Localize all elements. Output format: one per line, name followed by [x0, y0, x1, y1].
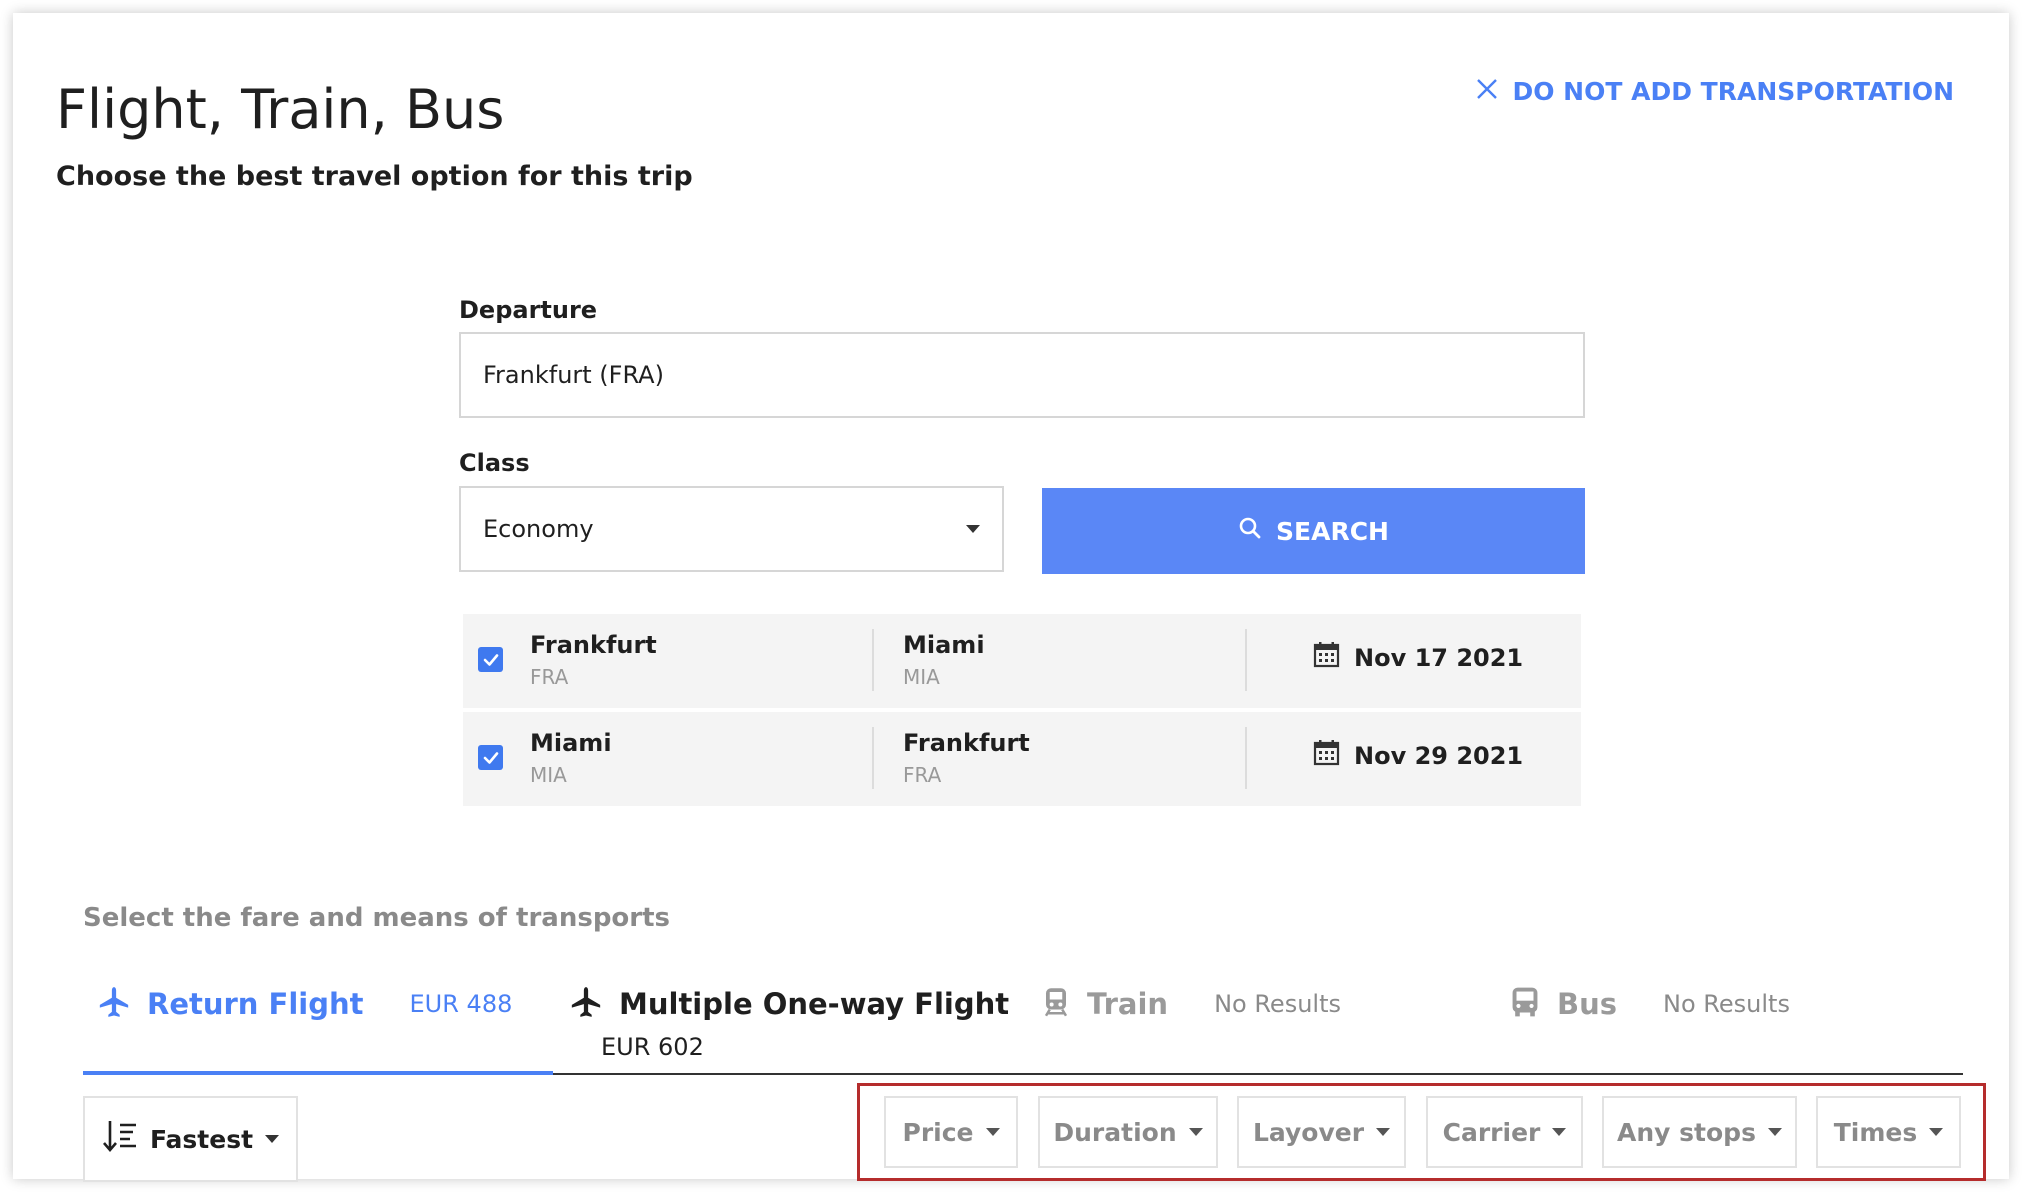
- chevron-down-icon: [985, 1128, 1000, 1136]
- route-row: Miami MIA Frankfurt FRA Nov 29 2021: [463, 712, 1581, 806]
- tabs-divider: [553, 1073, 1963, 1075]
- filter-layover[interactable]: Layover: [1237, 1096, 1406, 1168]
- filter-any-stops-label: Any stops: [1617, 1117, 1756, 1147]
- filter-price-label: Price: [902, 1117, 974, 1147]
- active-tab-indicator: [83, 1071, 553, 1075]
- route-divider: [1245, 629, 1247, 691]
- class-select[interactable]: Economy: [459, 486, 1004, 572]
- route-row: Frankfurt FRA Miami MIA Nov 17 2021: [463, 614, 1581, 708]
- route-to-code: MIA: [903, 665, 940, 689]
- plane-icon: [569, 985, 603, 1023]
- route-to-city: Miami: [903, 631, 985, 659]
- page-subtitle: Choose the best travel option for this t…: [56, 161, 693, 192]
- tab-train[interactable]: Train No Results: [1041, 985, 1341, 1023]
- tab-multiple-one-way-flight-price: EUR 602: [601, 1033, 704, 1061]
- chevron-down-icon: [1929, 1128, 1944, 1136]
- tab-train-label: Train: [1087, 987, 1169, 1021]
- filter-times-label: Times: [1833, 1117, 1918, 1147]
- bus-icon: [1509, 985, 1541, 1023]
- route-from-code: MIA: [530, 763, 567, 787]
- route-to-city: Frankfurt: [903, 729, 1030, 757]
- class-select-value: Economy: [483, 515, 594, 543]
- chevron-down-icon: [1188, 1128, 1203, 1136]
- search-icon: [1238, 516, 1262, 546]
- tab-bus-price: No Results: [1663, 990, 1790, 1018]
- tab-return-flight[interactable]: Return Flight EUR 488: [97, 985, 512, 1023]
- route-divider: [872, 727, 874, 789]
- route-date-text: Nov 29 2021: [1354, 741, 1524, 770]
- close-icon: [1476, 77, 1498, 106]
- filter-carrier-label: Carrier: [1442, 1117, 1541, 1147]
- route-date[interactable]: Nov 29 2021: [1313, 739, 1523, 772]
- calendar-icon: [1313, 739, 1340, 772]
- filter-duration[interactable]: Duration: [1038, 1096, 1218, 1168]
- calendar-icon: [1313, 641, 1340, 674]
- chevron-down-icon: [966, 525, 980, 533]
- transport-card: Flight, Train, Bus Choose the best trave…: [13, 13, 2009, 1182]
- sort-dropdown[interactable]: Fastest: [83, 1096, 298, 1182]
- train-icon: [1041, 985, 1071, 1023]
- chevron-down-icon: [1767, 1128, 1782, 1136]
- route-checkbox[interactable]: [478, 647, 503, 672]
- departure-input[interactable]: [459, 332, 1585, 418]
- route-date-text: Nov 17 2021: [1354, 643, 1524, 672]
- plane-icon: [97, 985, 131, 1023]
- chevron-down-icon: [265, 1135, 280, 1143]
- class-label: Class: [459, 449, 530, 477]
- filter-duration-label: Duration: [1053, 1117, 1177, 1147]
- checkmark-icon: [483, 751, 498, 764]
- chevron-down-icon: [1376, 1128, 1391, 1136]
- tab-multiple-one-way-flight-label: Multiple One-way Flight: [619, 987, 1010, 1021]
- route-divider: [1245, 727, 1247, 789]
- sort-label: Fastest: [149, 1124, 254, 1154]
- route-date[interactable]: Nov 17 2021: [1313, 641, 1523, 674]
- tab-train-price: No Results: [1214, 990, 1341, 1018]
- sort-icon: [102, 1119, 138, 1159]
- route-to-code: FRA: [903, 763, 942, 787]
- route-from-code: FRA: [530, 665, 569, 689]
- tab-bus[interactable]: Bus No Results: [1509, 985, 1790, 1023]
- tab-bus-label: Bus: [1557, 987, 1618, 1021]
- fare-section-label: Select the fare and means of transports: [83, 903, 671, 933]
- tab-multiple-one-way-flight[interactable]: Multiple One-way Flight: [569, 985, 1009, 1023]
- route-from-city: Frankfurt: [530, 631, 657, 659]
- page-title: Flight, Train, Bus: [56, 78, 505, 141]
- filter-any-stops[interactable]: Any stops: [1602, 1096, 1797, 1168]
- tab-return-flight-label: Return Flight: [147, 987, 364, 1021]
- departure-label: Departure: [459, 296, 598, 324]
- route-from-city: Miami: [530, 729, 612, 757]
- filter-price[interactable]: Price: [884, 1096, 1018, 1168]
- route-checkbox[interactable]: [478, 745, 503, 770]
- filter-carrier[interactable]: Carrier: [1426, 1096, 1583, 1168]
- tab-return-flight-price: EUR 488: [409, 990, 513, 1018]
- do-not-add-transportation-label: DO NOT ADD TRANSPORTATION: [1512, 77, 1954, 106]
- do-not-add-transportation-button[interactable]: DO NOT ADD TRANSPORTATION: [1476, 77, 1954, 106]
- filter-layover-label: Layover: [1252, 1117, 1365, 1147]
- route-divider: [872, 629, 874, 691]
- chevron-down-icon: [1552, 1128, 1567, 1136]
- search-button[interactable]: SEARCH: [1042, 488, 1585, 574]
- filter-times[interactable]: Times: [1816, 1096, 1961, 1168]
- checkmark-icon: [483, 653, 498, 666]
- search-label: SEARCH: [1276, 516, 1389, 546]
